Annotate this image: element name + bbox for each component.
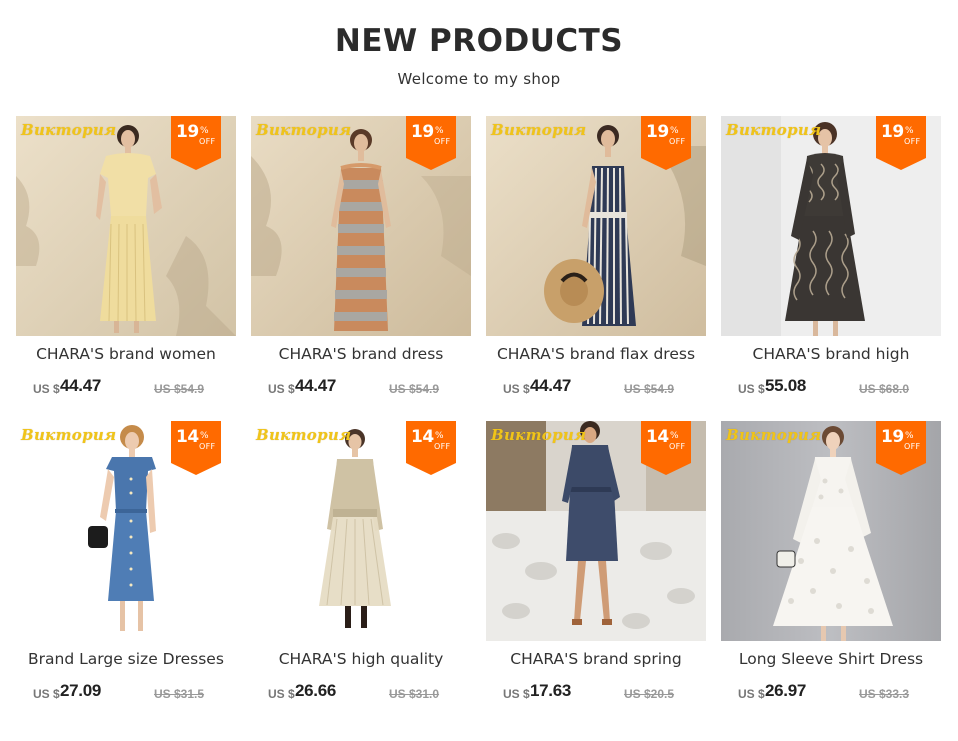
product-image[interactable]: Виктория 19 % OFF (16, 116, 236, 336)
currency-label: US $ (503, 687, 530, 701)
discount-badge: 14 % OFF (641, 421, 691, 475)
original-price: US $20.5 (624, 687, 675, 701)
product-name[interactable]: CHARA'S high quality (247, 650, 475, 668)
product-name[interactable]: Brand Large size Dresses (12, 650, 240, 668)
product-row: Виктория 19 % OFF CHARA'S brand women US… (16, 116, 946, 421)
product-image[interactable]: Виктория 14 % OFF (16, 421, 236, 641)
original-price: US $54.9 (389, 382, 440, 396)
product-card[interactable]: Виктория 19 % OFF Long Sleeve Shirt Dres… (721, 421, 941, 726)
product-name[interactable]: CHARA'S brand dress (247, 345, 475, 363)
original-price: US $31.0 (389, 687, 440, 701)
product-card[interactable]: Виктория 14 % OFF Brand Large size Dress… (16, 421, 236, 726)
product-name[interactable]: Long Sleeve Shirt Dress (717, 650, 945, 668)
product-card[interactable]: Виктория 19 % OFF CHARA'S brand dress US… (251, 116, 471, 421)
brand-watermark: Виктория (21, 426, 117, 444)
discount-badge: 19 % OFF (876, 421, 926, 475)
currency-label: US $ (33, 687, 60, 701)
sale-price: 44.47 (530, 376, 572, 395)
discount-badge: 14 % OFF (406, 421, 456, 475)
product-image[interactable]: Виктория 19 % OFF (486, 116, 706, 336)
discount-badge: 19 % OFF (406, 116, 456, 170)
discount-badge: 14 % OFF (171, 421, 221, 475)
original-price: US $68.0 (859, 382, 910, 396)
product-card[interactable]: Виктория 19 % OFF CHARA'S brand women US… (16, 116, 236, 421)
product-grid: Виктория 19 % OFF CHARA'S brand women US… (16, 116, 946, 726)
sale-price: 44.47 (295, 376, 337, 395)
discount-badge: 19 % OFF (641, 116, 691, 170)
currency-label: US $ (268, 687, 295, 701)
brand-watermark: Виктория (491, 121, 587, 139)
product-image[interactable]: Виктория 19 % OFF (251, 116, 471, 336)
product-name[interactable]: CHARA'S brand high (717, 345, 945, 363)
currency-label: US $ (738, 687, 765, 701)
currency-label: US $ (738, 382, 765, 396)
price-row: US $ 44.47 US $54.9 (16, 376, 236, 400)
currency-label: US $ (268, 382, 295, 396)
product-image[interactable]: Виктория 14 % OFF (251, 421, 471, 641)
page-subtitle: Welcome to my shop (397, 70, 561, 88)
original-price: US $33.3 (859, 687, 910, 701)
original-price: US $54.9 (624, 382, 675, 396)
price-row: US $ 17.63 US $20.5 (486, 681, 706, 705)
product-card[interactable]: Виктория 19 % OFF CHARA'S brand high US … (721, 116, 941, 421)
currency-label: US $ (503, 382, 530, 396)
price-row: US $ 44.47 US $54.9 (251, 376, 471, 400)
page-title: NEW PRODUCTS (334, 23, 624, 59)
price-row: US $ 55.08 US $68.0 (721, 376, 941, 400)
discount-badge: 19 % OFF (171, 116, 221, 170)
product-image[interactable]: Виктория 14 % OFF (486, 421, 706, 641)
section-header: NEW PRODUCTS Welcome to my shop (0, 20, 958, 88)
brand-watermark: Виктория (256, 121, 352, 139)
brand-watermark: Виктория (726, 426, 822, 444)
brand-watermark: Виктория (726, 121, 822, 139)
brand-watermark: Виктория (491, 426, 587, 444)
brand-watermark: Виктория (21, 121, 117, 139)
product-card[interactable]: Виктория 19 % OFF CHARA'S brand flax dre… (486, 116, 706, 421)
price-row: US $ 44.47 US $54.9 (486, 376, 706, 400)
sale-price: 27.09 (60, 681, 102, 700)
sale-price: 26.66 (295, 681, 337, 700)
price-row: US $ 26.97 US $33.3 (721, 681, 941, 705)
product-name[interactable]: CHARA'S brand women (12, 345, 240, 363)
product-card[interactable]: Виктория 14 % OFF CHARA'S high quality U… (251, 421, 471, 726)
product-name[interactable]: CHARA'S brand flax dress (482, 345, 710, 363)
sale-price: 44.47 (60, 376, 102, 395)
product-name[interactable]: CHARA'S brand spring (482, 650, 710, 668)
brand-watermark: Виктория (256, 426, 352, 444)
product-image[interactable]: Виктория 19 % OFF (721, 421, 941, 641)
price-row: US $ 26.66 US $31.0 (251, 681, 471, 705)
price-row: US $ 27.09 US $31.5 (16, 681, 236, 705)
discount-badge: 19 % OFF (876, 116, 926, 170)
currency-label: US $ (33, 382, 60, 396)
product-image[interactable]: Виктория 19 % OFF (721, 116, 941, 336)
product-card[interactable]: Виктория 14 % OFF CHARA'S brand spring U… (486, 421, 706, 726)
original-price: US $31.5 (154, 687, 205, 701)
product-row: Виктория 14 % OFF Brand Large size Dress… (16, 421, 946, 726)
sale-price: 55.08 (765, 376, 807, 395)
original-price: US $54.9 (154, 382, 205, 396)
sale-price: 17.63 (530, 681, 572, 700)
sale-price: 26.97 (765, 681, 807, 700)
